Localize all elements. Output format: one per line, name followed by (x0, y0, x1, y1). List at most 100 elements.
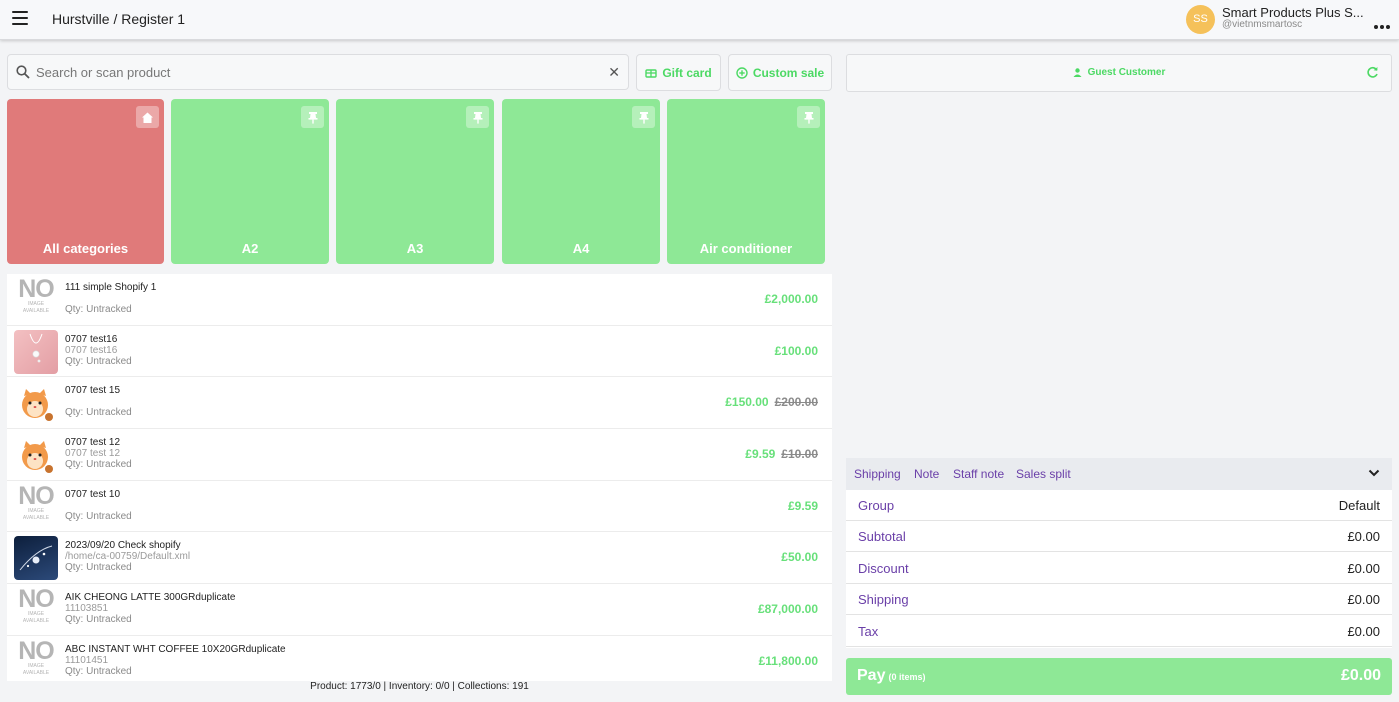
product-sku: 11103851 (65, 603, 109, 615)
product-price: £2,000.00 (764, 292, 818, 306)
summary-label: Tax (858, 624, 879, 639)
refresh-icon[interactable] (1366, 66, 1379, 79)
category-label: Air conditioner (699, 241, 793, 256)
more-options-icon[interactable] (1374, 16, 1394, 29)
product-price: £100.00 (774, 343, 818, 358)
chevron-down-icon[interactable] (1368, 468, 1380, 478)
pin-icon (797, 106, 820, 128)
no-image-thumbnail: NO IMAGE AVAILABLE (14, 639, 58, 684)
gift-card-button[interactable]: Gift card (636, 54, 721, 91)
product-list: NO IMAGE AVAILABLE 111 simple Shopify 1 Qt… (7, 274, 832, 686)
product-price: £11,800.00 (758, 653, 818, 668)
product-price: £150.00 £200.00 (725, 395, 818, 410)
product-sku: /home/ca-00759/Default.xml (65, 551, 191, 563)
tab-sales-split[interactable]: Sales split (1016, 467, 1071, 481)
search-box: ✕ (7, 54, 629, 90)
product-row[interactable]: NO IMAGE AVAILABLE 0707 test 10 Qty: Untra… (7, 480, 832, 533)
product-row[interactable]: NO IMAGE AVAILABLE AIK CHEONG LATTE 300GRd… (7, 584, 832, 636)
product-price: £9.59 £10.00 (745, 447, 818, 462)
product-qty: Qty: Untracked (65, 304, 132, 315)
category-tile-a2[interactable]: A2 (171, 99, 329, 264)
summary-label: Group (858, 498, 895, 513)
summary-label: Subtotal (858, 529, 906, 544)
product-row[interactable]: NO IMAGE AVAILABLE ABC INSTANT WHT COFFEE … (7, 635, 832, 686)
summary-value: £0.00 (1347, 529, 1380, 544)
product-name: 0707 test 15 (65, 385, 121, 397)
user-icon (1073, 68, 1082, 77)
category-tile-air-conditioner[interactable]: Air conditioner (667, 99, 825, 264)
product-name: 111 simple Shopify 1 (65, 282, 157, 293)
pay-total: £0.00 (1340, 667, 1381, 684)
product-name: 0707 test 10 (65, 488, 121, 500)
store-handle: @vietnmsmartosc (1222, 19, 1303, 30)
gift-card-label: Gift card (662, 65, 712, 80)
product-qty: Qty: Untracked (65, 510, 132, 522)
product-row[interactable]: 0707 test16 0707 test16 Qty: Untracked £… (7, 325, 832, 378)
store-name: Smart Products Plus S... (1222, 5, 1364, 20)
product-qty: Qty: Untracked (65, 562, 132, 574)
home-icon (136, 106, 159, 128)
pin-icon (466, 106, 489, 128)
product-qty: Qty: Untracked (65, 459, 132, 471)
product-sku: 11101451 (65, 654, 109, 666)
catalog-stats: Product: 1773/0 | Inventory: 0/0 | Colle… (7, 681, 832, 695)
product-row[interactable]: NO IMAGE AVAILABLE 111 simple Shopify 1 Qt… (7, 274, 832, 326)
product-thumbnail (14, 381, 58, 426)
product-name: 0707 test16 (65, 333, 118, 345)
product-name: AIK CHEONG LATTE 300GRduplicate (65, 592, 236, 604)
customer-selector[interactable]: Guest Customer (846, 54, 1392, 92)
breadcrumb: Hurstville / Register 1 (52, 11, 186, 27)
product-old-price: £10.00 (781, 447, 818, 462)
summary-row-group[interactable]: Group Default (846, 490, 1392, 521)
category-label: A3 (406, 241, 424, 256)
tab-shipping[interactable]: Shipping (854, 467, 901, 481)
summary-row-subtotal: Subtotal £0.00 (846, 521, 1392, 552)
product-qty: Qty: Untracked (65, 614, 132, 626)
product-price: £9.59 (787, 498, 818, 513)
tab-note[interactable]: Note (914, 467, 939, 481)
product-name: 2023/09/20 Check shopify (65, 540, 181, 552)
search-icon (16, 65, 30, 79)
product-name: ABC INSTANT WHT COFFEE 10X20GRduplicate (65, 643, 286, 655)
tab-staff-note[interactable]: Staff note (953, 467, 1004, 481)
no-image-thumbnail: NO IMAGE AVAILABLE (14, 278, 58, 322)
product-row[interactable]: 0707 test 15 Qty: Untracked £150.00 £200.… (7, 377, 832, 430)
summary-value: Default (1338, 498, 1380, 513)
no-image-thumbnail: NO IMAGE AVAILABLE (14, 588, 58, 633)
category-label: A4 (572, 241, 590, 256)
summary-row-tax: Tax £0.00 (846, 616, 1392, 647)
avatar[interactable]: SS (1186, 5, 1215, 34)
summary-label: Shipping (858, 592, 909, 607)
product-qty: Qty: Untracked (65, 355, 132, 367)
product-row[interactable]: 2023/09/20 Check shopify /home/ca-00759/… (7, 532, 832, 585)
pay-label: Pay (857, 667, 886, 684)
order-options-tabs: Shipping Note Staff note Sales split (846, 458, 1392, 490)
product-sku: 0707 test 12 (65, 448, 121, 460)
product-price: £87,000.00 (757, 602, 818, 617)
product-old-price: £200.00 (774, 395, 818, 410)
clear-search-icon[interactable]: ✕ (608, 64, 620, 81)
product-sku: 0707 test16 (65, 344, 118, 356)
product-name: 0707 test 12 (65, 437, 121, 449)
summary-value: £0.00 (1347, 561, 1380, 576)
category-tile-a4[interactable]: A4 (502, 99, 660, 264)
custom-sale-button[interactable]: Custom sale (728, 54, 832, 91)
pay-button[interactable]: Pay (0 items) £0.00 (846, 658, 1392, 695)
product-thumbnail (14, 433, 58, 478)
category-label: A2 (241, 241, 259, 256)
menu-icon[interactable] (12, 11, 28, 25)
summary-row-discount[interactable]: Discount £0.00 (846, 553, 1392, 584)
pay-item-count: (0 items) (888, 672, 926, 682)
summary-row-shipping[interactable]: Shipping £0.00 (846, 584, 1392, 615)
product-row[interactable]: 0707 test 12 0707 test 12 Qty: Untracked… (7, 429, 832, 481)
product-qty: Qty: Untracked (65, 407, 132, 419)
summary-value: £0.00 (1347, 624, 1380, 639)
order-summary: Group Default Subtotal £0.00 Discount £0… (846, 490, 1392, 648)
search-input[interactable] (36, 61, 596, 83)
category-label: All categories (42, 241, 129, 256)
category-tile-a3[interactable]: A3 (336, 99, 494, 264)
no-image-thumbnail: NO IMAGE AVAILABLE (14, 484, 58, 529)
customer-label: Guest Customer (1087, 67, 1166, 78)
category-tile-all[interactable]: All categories (7, 99, 164, 264)
pin-icon (632, 106, 655, 128)
